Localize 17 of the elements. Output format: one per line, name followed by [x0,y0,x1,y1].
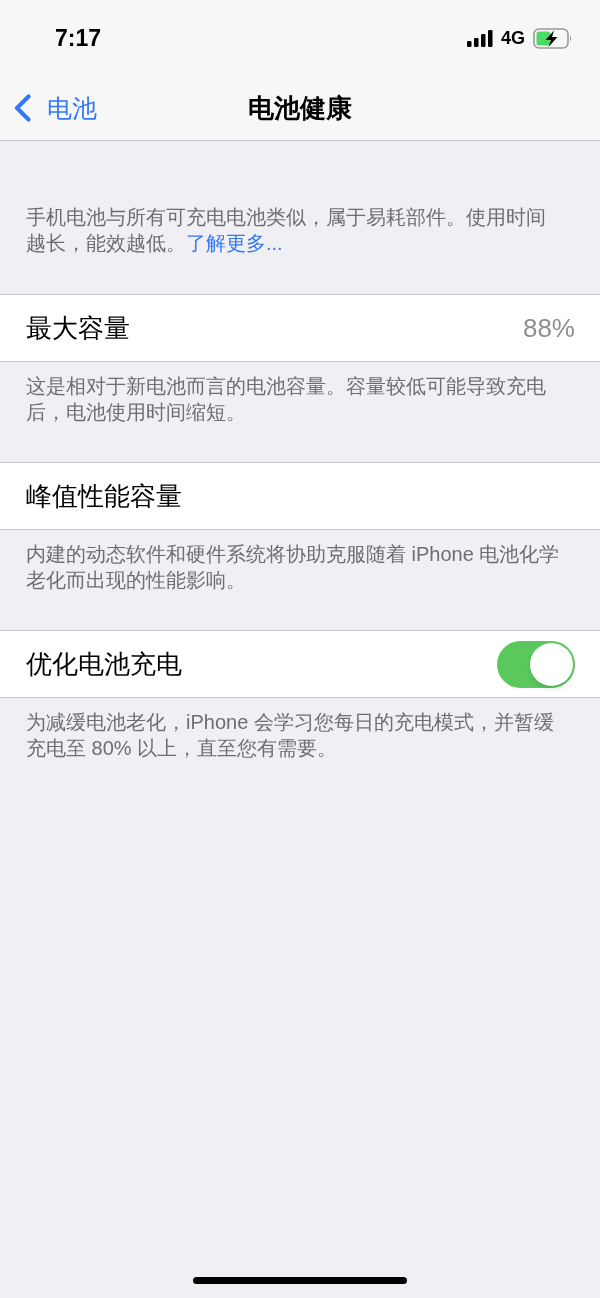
row-label: 峰值性能容量 [26,483,182,509]
section-footer-text: 内建的动态软件和硬件系统将协助克服随着 iPhone 电池化学老化而出现的性能影响。 [26,542,561,593]
back-button[interactable]: 电池 [0,90,105,126]
battery-charging-icon [533,27,573,49]
intro-text: 手机电池与所有可充电电池类似，属于易耗部件。使用时间越长，能效越低。了解更多... [26,205,547,256]
section-footer-text: 为减缓电池老化，iPhone 会学习您每日的充电模式，并暂缓充电至 80% 以上，直至您有需要。 [26,710,555,761]
page-title: 电池健康 [248,95,352,121]
section-footer-text: 这是相对于新电池而言的电池容量。容量较低可能导致充电后，电池使用时间缩短。 [26,374,547,425]
status-time: 7:17 [55,26,102,50]
row-label: 最大容量 [26,315,130,341]
row-label: 优化电池充电 [26,651,182,677]
row-value: 88% [522,315,575,341]
toggle-switch[interactable] [497,640,575,688]
learn-more-link[interactable]: 了解更多... [186,232,283,254]
network-type: 4G [501,29,525,47]
signal-bars-icon [467,29,493,47]
chevron-left-icon [13,94,32,122]
